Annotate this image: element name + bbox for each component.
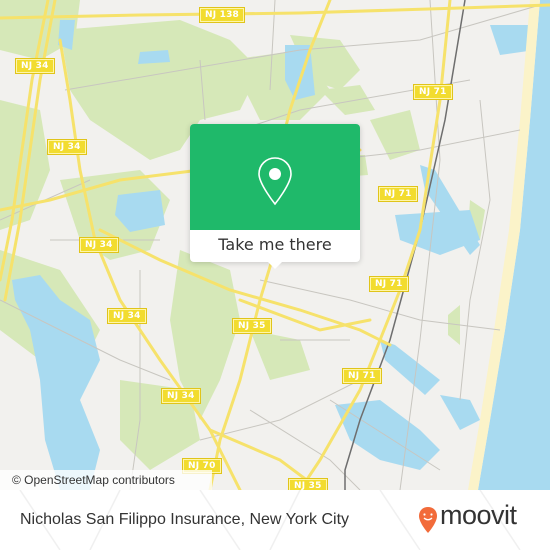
take-me-there-button[interactable]: Take me there [190,230,360,262]
place-title: Nicholas San Filippo Insurance, New York… [20,511,350,528]
route-shield: NJ 71 [379,187,417,201]
moovit-brand[interactable]: moovit [440,500,517,531]
route-shield: NJ 71 [343,369,381,383]
route-shield: NJ 34 [80,238,118,252]
route-shield: NJ 71 [414,85,452,99]
route-shield: NJ 34 [162,389,200,403]
map-pin-icon [258,157,292,206]
map-attribution[interactable]: © OpenStreetMap contributors [0,470,212,490]
route-shield: NJ 34 [48,140,86,154]
route-shield: NJ 35 [233,319,271,333]
route-shield: NJ 34 [108,309,146,323]
route-shield: NJ 34 [16,59,54,73]
route-shield: NJ 138 [200,8,245,22]
popup-header [190,124,360,230]
route-shield: NJ 35 [289,479,327,490]
map-view[interactable]: NJ 138 NJ 34 NJ 34 NJ 34 NJ 34 NJ 34 NJ … [0,0,550,490]
popup-pointer [267,261,283,269]
moovit-logo-icon [419,507,437,533]
route-shield: NJ 71 [370,277,408,291]
footer-bar: Nicholas San Filippo Insurance, New York… [0,490,550,550]
location-popup[interactable]: Take me there [190,124,360,269]
